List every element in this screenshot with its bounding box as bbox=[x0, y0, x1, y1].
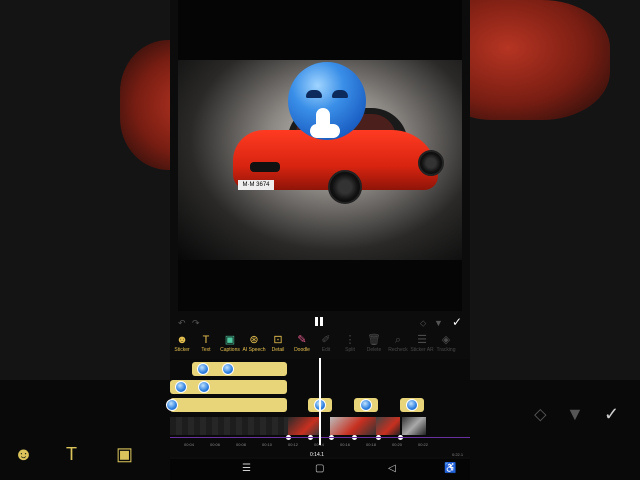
playhead[interactable] bbox=[319, 358, 321, 445]
tool-text[interactable]: T Text bbox=[194, 333, 218, 359]
system-nav-bar: ☰ ▢ ◁ ♿ bbox=[170, 459, 470, 480]
tool-split[interactable]: ⋮ Split bbox=[338, 333, 362, 359]
captions-icon: ▣ bbox=[224, 334, 236, 346]
recheck-icon: ⌕ bbox=[394, 334, 402, 346]
edit-icon: ✐ bbox=[321, 334, 331, 346]
undo-icon[interactable]: ↶ bbox=[178, 318, 186, 329]
tool-doodle[interactable]: ✎ Doodle bbox=[290, 333, 314, 359]
clip-sticker-thumb bbox=[406, 399, 418, 411]
ruler-tick: 00:08 bbox=[236, 442, 247, 447]
video-thumbnail[interactable] bbox=[288, 417, 320, 435]
ruler-tick: 00:06 bbox=[210, 442, 221, 447]
ruler-tick: 00:10 bbox=[262, 442, 273, 447]
tool-tracking[interactable]: ◈ Tracking bbox=[434, 333, 458, 359]
background-sticker-icon: ☻ bbox=[14, 444, 33, 464]
confirm-button[interactable]: ✓ bbox=[452, 315, 462, 329]
keyframe-icon[interactable]: ⬦ bbox=[420, 318, 426, 329]
current-time: 0:14.1 bbox=[310, 452, 324, 458]
ai-speech-icon: ⊛ bbox=[249, 334, 259, 346]
background-magic-icon: ▼ bbox=[566, 404, 584, 424]
background-check-icon: ✓ bbox=[604, 404, 620, 424]
split-icon: ⋮ bbox=[344, 334, 356, 346]
background-captions-icon: ▣ bbox=[116, 444, 134, 464]
tool-captions[interactable]: ▣ Captions bbox=[218, 333, 242, 359]
tool-edit[interactable]: ✐ Edit bbox=[314, 333, 338, 359]
delete-icon: 🗑 bbox=[367, 334, 381, 346]
sticker-track-clip[interactable] bbox=[170, 380, 287, 394]
playback-bar: ↶ ↷ ⬦ ▼ ✓ bbox=[170, 313, 470, 333]
ruler-tick: 00:04 bbox=[184, 442, 195, 447]
tool-ai-speech[interactable]: ⊛ AI Speech bbox=[242, 333, 266, 359]
timeline[interactable]: 00:04 00:06 00:08 00:10 00:12 00:14 00:1… bbox=[166, 358, 470, 458]
back-icon[interactable]: ◁ bbox=[388, 463, 396, 474]
clip-sticker-thumb bbox=[175, 381, 187, 393]
emoji-finger bbox=[316, 108, 330, 136]
video-thumbnail[interactable] bbox=[330, 417, 376, 435]
ruler-tick: 00:18 bbox=[366, 442, 377, 447]
tool-detail[interactable]: ⊡ Detail bbox=[266, 333, 290, 359]
sticker-icon: ☻ bbox=[176, 334, 188, 346]
video-strip-empty bbox=[170, 417, 288, 435]
sticker-track-clip[interactable] bbox=[400, 398, 424, 412]
video-thumbnail[interactable] bbox=[376, 417, 400, 435]
home-icon[interactable]: ▢ bbox=[315, 463, 324, 474]
background-car-blur bbox=[120, 40, 170, 170]
accessibility-icon[interactable]: ♿ bbox=[444, 463, 456, 474]
ruler-tick: 00:20 bbox=[392, 442, 403, 447]
ruler-tick: 00:22 bbox=[418, 442, 429, 447]
background-keyframe-icon: ⬦ bbox=[534, 404, 547, 424]
clip-sticker-thumb bbox=[197, 363, 209, 375]
redo-icon[interactable]: ↷ bbox=[192, 318, 200, 329]
clip-sticker-thumb bbox=[360, 399, 372, 411]
sticker-track-clip[interactable] bbox=[354, 398, 378, 412]
tool-delete[interactable]: 🗑 Delete bbox=[362, 333, 386, 359]
recents-icon[interactable]: ☰ bbox=[242, 463, 251, 474]
tool-recheck[interactable]: ⌕ Recheck bbox=[386, 333, 410, 359]
magic-icon[interactable]: ▼ bbox=[434, 318, 443, 328]
phone-screen: M·M 3674 ↶ ↷ ⬦ ▼ ✓ ☻ Sticker T Text ▣ Capti… bbox=[166, 0, 470, 480]
video-preview[interactable]: M·M 3674 bbox=[178, 0, 462, 311]
edit-toolbar: ☻ Sticker T Text ▣ Captions ⊛ AI Speech ⊡ Det… bbox=[170, 333, 470, 359]
tool-sticker[interactable]: ☻ Sticker bbox=[170, 333, 194, 359]
clip-sticker-thumb bbox=[198, 381, 210, 393]
license-plate: M·M 3674 bbox=[238, 180, 274, 190]
detail-icon: ⊡ bbox=[273, 334, 283, 346]
background-text-icon: T bbox=[66, 444, 77, 464]
sticker-ar-icon: ☰ bbox=[417, 334, 427, 346]
doodle-icon: ✎ bbox=[297, 334, 307, 346]
emoji-eye bbox=[306, 90, 322, 98]
tool-sticker-ar[interactable]: ☰ Sticker AR bbox=[410, 333, 434, 359]
emoji-eye bbox=[332, 90, 348, 98]
car-wheel-front bbox=[328, 170, 362, 204]
video-thumbnail[interactable] bbox=[402, 417, 426, 435]
car-wheel-rear bbox=[418, 150, 444, 176]
car-grille bbox=[250, 162, 280, 172]
clip-sticker-thumb bbox=[166, 399, 178, 411]
clip-sticker-thumb bbox=[222, 363, 234, 375]
shushing-emoji-sticker[interactable] bbox=[288, 62, 366, 140]
pause-button[interactable] bbox=[315, 317, 325, 328]
ruler-tick: 00:16 bbox=[340, 442, 351, 447]
end-time: 0:22.1 bbox=[452, 452, 464, 457]
ruler-tick: 00:12 bbox=[288, 442, 299, 447]
text-icon: T bbox=[202, 334, 210, 346]
background-car-blur bbox=[470, 0, 610, 120]
sticker-track-clip[interactable] bbox=[170, 398, 287, 412]
tracking-icon: ◈ bbox=[441, 334, 451, 346]
